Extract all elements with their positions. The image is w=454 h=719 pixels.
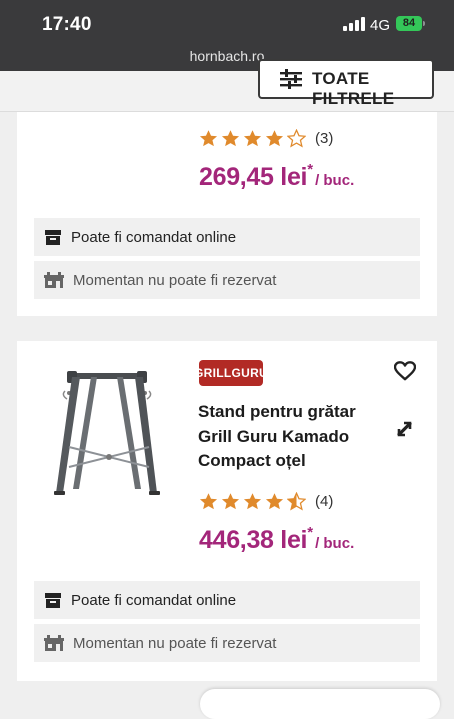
product-title[interactable]: Stand pentru grătar Grill Guru Kamado Co… — [198, 400, 388, 474]
star-full-icon — [265, 130, 284, 147]
availability-reserve: Momentan nu poate fi rezervat — [34, 624, 420, 662]
product-card[interactable]: (3) 269,45 lei*/ buc. Poate fi comandat … — [17, 112, 437, 316]
star-full-icon — [221, 493, 240, 510]
filter-bar: TOATE FILTRELE — [0, 59, 454, 112]
all-filters-button[interactable]: TOATE FILTRELE — [258, 59, 434, 108]
brand-logo: GRILLGURU — [194, 360, 268, 386]
price: 269,45 lei*/ buc. — [199, 161, 355, 192]
rating-count: (4) — [315, 493, 334, 510]
star-full-icon — [243, 130, 262, 147]
box-icon — [45, 593, 61, 608]
star-full-icon — [265, 493, 284, 510]
availability-online: Poate fi comandat online — [34, 218, 420, 256]
star-full-icon — [199, 493, 218, 510]
battery-icon: 84 — [396, 16, 422, 31]
compare-arrows-icon[interactable] — [393, 416, 417, 440]
grill-stand-image[interactable] — [53, 369, 163, 497]
rating: (4) — [199, 492, 333, 511]
availability-reserve: Momentan nu poate fi rezervat — [34, 261, 420, 299]
filter-sliders-icon — [280, 69, 302, 89]
rating: (3) — [199, 129, 333, 148]
clock: 17:40 — [42, 14, 92, 35]
star-empty-icon — [287, 129, 306, 148]
availability-online: Poate fi comandat online — [34, 581, 420, 619]
box-icon — [45, 230, 61, 245]
star-full-icon — [199, 130, 218, 147]
price: 446,38 lei*/ buc. — [199, 524, 355, 555]
star-half-icon — [287, 492, 306, 511]
availability-reserve-text: Momentan nu poate fi rezervat — [73, 271, 277, 289]
network-type: 4G — [370, 17, 391, 34]
price-amount: 269,45 lei — [199, 163, 308, 191]
heart-icon[interactable] — [394, 361, 416, 381]
store-icon — [44, 635, 64, 651]
star-full-icon — [221, 130, 240, 147]
availability-online-text: Poate fi comandat online — [71, 228, 237, 246]
price-marker: * — [307, 161, 314, 178]
star-full-icon — [243, 493, 262, 510]
store-icon — [44, 272, 64, 288]
product-card[interactable]: GRILLGURU Stand pentru grătar Grill Guru… — [17, 341, 437, 681]
price-unit: / buc. — [315, 535, 355, 552]
bottom-floating-pill[interactable] — [200, 689, 440, 719]
signal-icon — [343, 17, 365, 31]
price-amount: 446,38 lei — [199, 526, 308, 554]
rating-count: (3) — [315, 130, 334, 147]
availability-reserve-text: Momentan nu poate fi rezervat — [73, 634, 277, 652]
price-marker: * — [307, 524, 314, 541]
price-unit: / buc. — [315, 172, 355, 189]
battery-tip — [423, 21, 425, 26]
availability-online-text: Poate fi comandat online — [71, 591, 237, 609]
all-filters-label: TOATE FILTRELE — [312, 69, 395, 108]
